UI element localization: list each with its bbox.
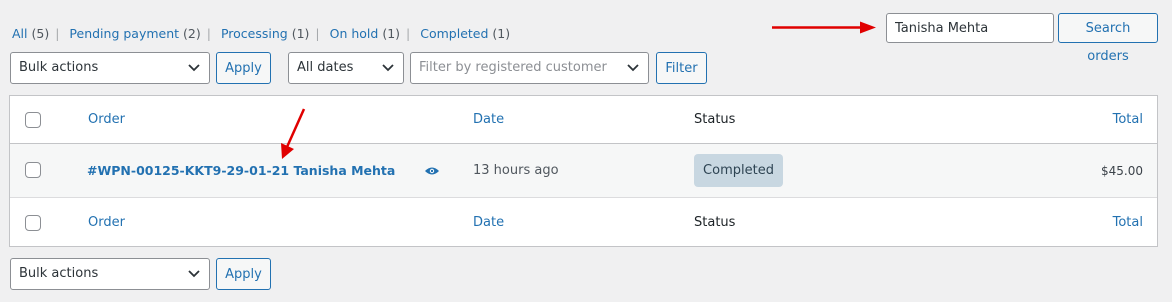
- filter-on-hold[interactable]: On hold: [330, 26, 379, 41]
- apply-button-bottom[interactable]: Apply: [216, 258, 271, 290]
- bulk-actions-select-bottom[interactable]: Bulk actions: [10, 258, 210, 290]
- annotation-arrow-order: [281, 108, 306, 159]
- dates-select[interactable]: All dates: [288, 52, 404, 84]
- bulk-actions-value: Bulk actions: [19, 60, 99, 75]
- column-order-header[interactable]: Order: [88, 112, 125, 127]
- bulk-actions-select-top[interactable]: Bulk actions: [10, 52, 210, 84]
- column-date-footer[interactable]: Date: [473, 215, 504, 230]
- row-checkbox[interactable]: [25, 162, 41, 178]
- annotation-arrow-search: [772, 21, 876, 34]
- filter-processing-count: (1): [291, 26, 310, 41]
- table-row[interactable]: #WPN-00125-KKT9-29-01-21 Tanisha Mehta 1…: [10, 144, 1157, 198]
- filter-on-hold-count: (1): [382, 26, 401, 41]
- customer-filter-select[interactable]: Filter by registered customer: [410, 52, 649, 84]
- filter-completed[interactable]: Completed: [420, 26, 488, 41]
- order-status-filters: All (5) | Pending payment (2) | Processing…: [12, 26, 510, 41]
- table-header-row: Order Date Status Total: [10, 96, 1157, 144]
- column-order-footer[interactable]: Order: [88, 215, 125, 230]
- chevron-down-icon: [382, 64, 394, 72]
- customer-filter-placeholder: Filter by registered customer: [419, 60, 607, 75]
- column-total-footer[interactable]: Total: [1113, 215, 1143, 230]
- select-all-checkbox[interactable]: [25, 112, 41, 128]
- filter-processing[interactable]: Processing: [221, 26, 288, 41]
- search-orders-button[interactable]: Search orders: [1058, 13, 1158, 64]
- apply-button-top[interactable]: Apply: [216, 52, 271, 84]
- select-all-checkbox-footer[interactable]: [25, 215, 41, 231]
- filter-all[interactable]: All: [12, 26, 28, 41]
- column-status-header: Status: [694, 112, 736, 127]
- eye-icon[interactable]: [424, 166, 440, 176]
- chevron-down-icon: [188, 270, 200, 278]
- status-badge: Completed: [694, 154, 783, 187]
- filter-completed-count: (1): [492, 26, 511, 41]
- order-link[interactable]: #WPN-00125-KKT9-29-01-21 Tanisha Mehta: [87, 163, 395, 178]
- dates-value: All dates: [297, 60, 354, 75]
- chevron-down-icon: [627, 64, 639, 72]
- bulk-actions-value: Bulk actions: [19, 266, 99, 281]
- column-total-header[interactable]: Total: [1113, 112, 1143, 127]
- order-date: 13 hours ago: [473, 163, 559, 178]
- separator: |: [55, 26, 60, 41]
- filter-pending-payment[interactable]: Pending payment: [69, 26, 179, 41]
- separator: |: [406, 26, 411, 41]
- order-total: $45.00: [1101, 164, 1143, 178]
- search-orders-input[interactable]: [886, 13, 1054, 43]
- separator: |: [315, 26, 320, 41]
- filter-pending-count: (2): [183, 26, 201, 41]
- orders-table: Order Date Status Total #WPN-00125-KKT9-…: [9, 95, 1158, 247]
- chevron-down-icon: [188, 64, 200, 72]
- separator: |: [206, 26, 211, 41]
- column-status-footer: Status: [694, 215, 736, 230]
- table-footer-row: Order Date Status Total: [10, 199, 1157, 247]
- filter-button[interactable]: Filter: [656, 52, 707, 84]
- column-date-header[interactable]: Date: [473, 112, 504, 127]
- filter-all-count: (5): [31, 26, 50, 41]
